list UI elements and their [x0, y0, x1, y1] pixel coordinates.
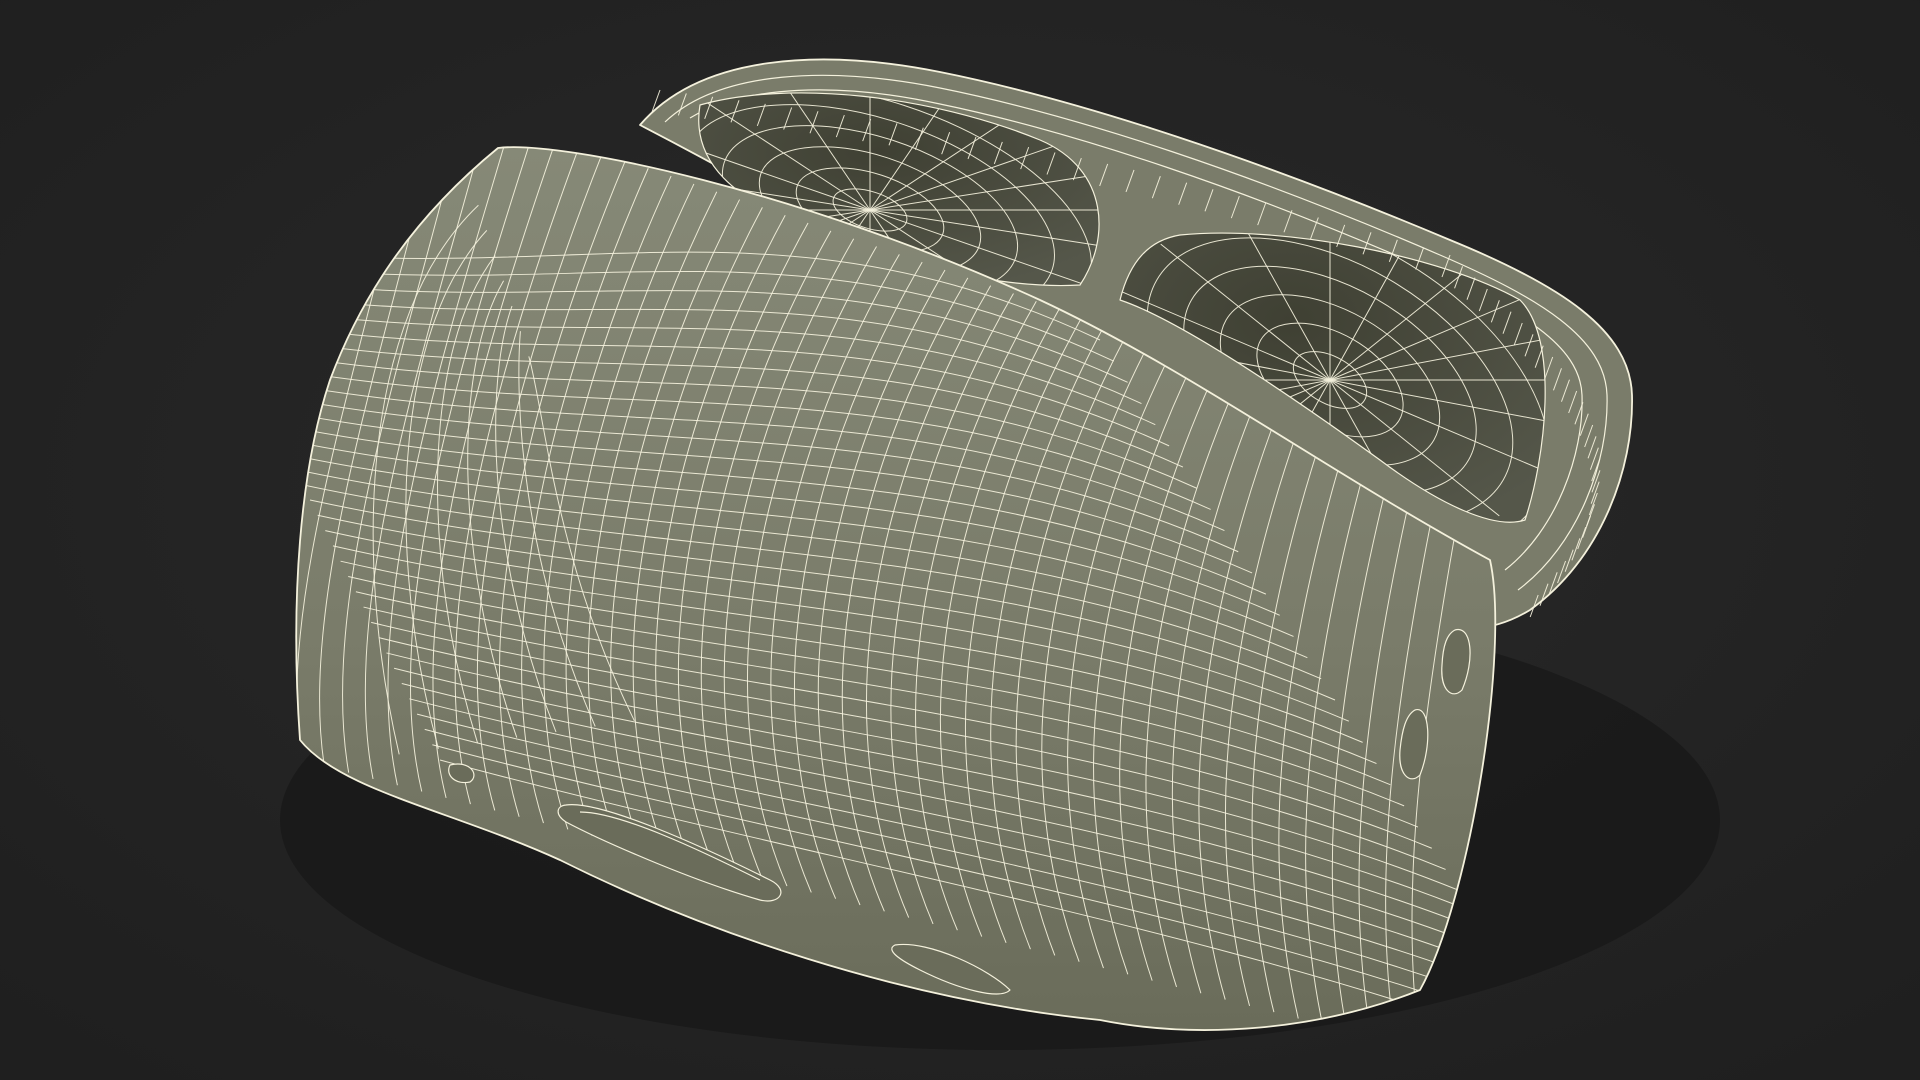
render-viewport [0, 0, 1920, 1080]
